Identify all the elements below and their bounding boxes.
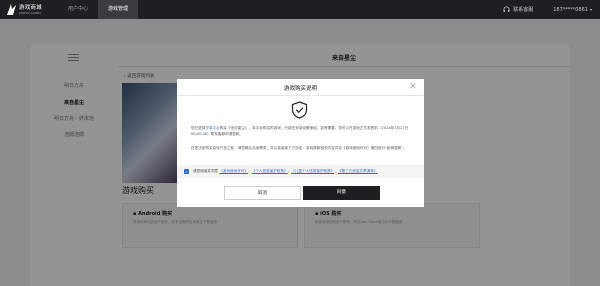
- logo-text: 游戏商城: [19, 4, 42, 11]
- close-icon[interactable]: ✕: [408, 82, 418, 92]
- link-game-license[interactable]: 《游戏使用许可》: [219, 169, 248, 173]
- customer-service-label: 联系客服: [513, 7, 534, 13]
- paragraph-1-part-b: 购买《来自星尘》，本平台购买的游戏，只能在安卓设备使用。如有需要，您可以在游戏正…: [191, 126, 409, 136]
- dialog-paragraph-1: 您已选择安卓平台购买《来自星尘》，本平台购买的游戏，只能在安卓设备使用。如有需要…: [191, 125, 411, 137]
- shield-check-icon: [291, 101, 308, 119]
- logo-icon: [7, 4, 16, 15]
- link-children-privacy-policy[interactable]: 《儿童个人信息保护政策》: [291, 169, 334, 173]
- agreement-bar: ✓ 请您阅读并同意 《游戏使用许可》、《个人信息保护政策》、《儿童个人信息保护政…: [177, 165, 424, 178]
- agree-button[interactable]: 同意: [303, 186, 380, 200]
- headset-icon: [503, 6, 510, 12]
- top-right-area: 联系客服 187*****0861 ▾: [503, 0, 592, 19]
- dialog-header: 游戏购买说明 ✕: [177, 79, 424, 96]
- logo-subtext: JUNHAI GAMES: [19, 10, 42, 15]
- dialog-paragraph-2: 在您决定购买游戏产品之前，请您确认自身需求，并认真阅读下方协议：游戏退款相关内容…: [191, 146, 407, 150]
- logo[interactable]: 游戏商城 JUNHAI GAMES: [6, 2, 46, 17]
- agreement-text: 请您阅读并同意 《游戏使用许可》、《个人信息保护政策》、《儿童个人信息保护政策》…: [193, 169, 378, 173]
- platform-highlight: 安卓平台: [205, 126, 220, 130]
- top-navigation-bar: 游戏商城 JUNHAI GAMES 用户中心 游戏管理 联系客服 187****…: [0, 0, 600, 19]
- user-phone: 187*****0861: [553, 6, 588, 13]
- nav-user-center[interactable]: 用户中心: [58, 0, 98, 19]
- agreement-checkbox[interactable]: ✓: [184, 169, 189, 174]
- paragraph-1-part-a: 您已选择: [191, 126, 206, 130]
- chevron-down-icon: ▾: [589, 7, 592, 12]
- customer-service-link[interactable]: 联系客服: [503, 6, 533, 13]
- dialog-title: 游戏购买说明: [283, 86, 317, 92]
- main-nav: 用户中心 游戏管理: [58, 0, 139, 19]
- cancel-button[interactable]: 取消: [224, 186, 301, 200]
- user-account-menu[interactable]: 187*****0861 ▾: [553, 7, 592, 13]
- purchase-info-dialog: 游戏购买说明 ✕ 您已选择安卓平台购买《来自星尘》，本平台购买的游戏，只能在安卓…: [177, 79, 424, 207]
- link-privacy-policy[interactable]: 《个人信息保护政策》: [252, 169, 288, 173]
- nav-game-management[interactable]: 游戏管理: [98, 0, 139, 19]
- link-third-party-sharing[interactable]: 《第三方信息共享清单》: [338, 169, 378, 173]
- agreement-prefix: 请您阅读并同意: [193, 169, 219, 173]
